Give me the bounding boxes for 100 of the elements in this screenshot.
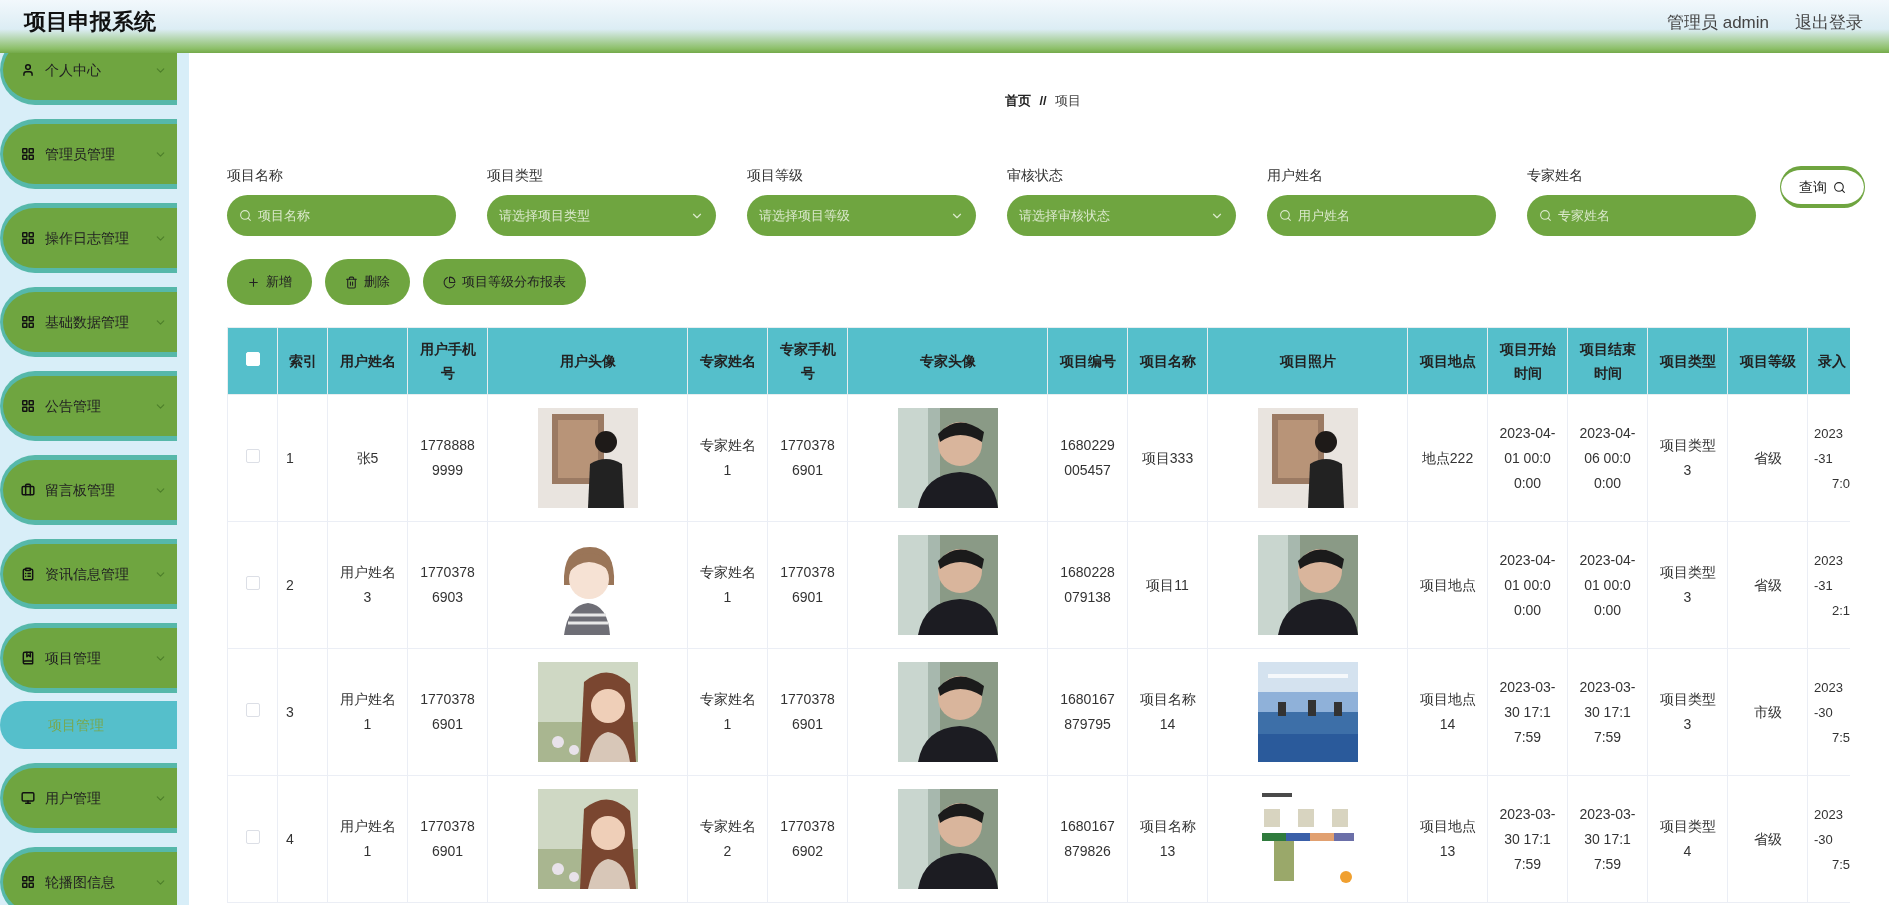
- grid-icon: [21, 231, 35, 245]
- table-cell: 项目类型3: [1659, 437, 1716, 478]
- search-icon: [1279, 209, 1292, 222]
- table-cell: 1680228079138: [1060, 564, 1115, 605]
- column-header: 项目结束时间: [1567, 327, 1648, 395]
- table-cell: 2023-04-01 00:00:00: [1499, 551, 1556, 618]
- table-cell: 2023-04-01 00:00:00: [1579, 551, 1636, 618]
- sidebar-item[interactable]: 操作日志管理: [0, 203, 177, 273]
- table-cell: 用户姓名3: [339, 564, 396, 605]
- app-title: 项目申报系统: [22, 8, 156, 36]
- column-header: 项目等级: [1727, 327, 1808, 395]
- monitor-icon: [21, 791, 35, 805]
- filter-label: 用户姓名: [1267, 166, 1324, 185]
- column-header: 专家手机号: [767, 327, 848, 395]
- checkbox[interactable]: [245, 449, 260, 463]
- table-cell: 3: [286, 703, 294, 720]
- column-header: 项目照片: [1207, 327, 1408, 395]
- table-cell: 17703786901: [780, 437, 835, 478]
- column-header: 用户手机号: [407, 327, 488, 395]
- grid-icon: [21, 147, 35, 161]
- plus-icon: [247, 275, 260, 289]
- table-cell: 1: [286, 449, 294, 466]
- sidebar-item[interactable]: 管理员管理: [0, 119, 177, 189]
- table-cell: 项目地点14: [1419, 691, 1476, 732]
- table-cell: 2023-03-30 17:17:59: [1499, 805, 1556, 872]
- checkbox[interactable]: [245, 703, 260, 717]
- table-cell: 17703786902: [780, 818, 835, 859]
- table-cell: 17703786901: [420, 818, 475, 859]
- sidebar-item[interactable]: 轮播图信息: [0, 847, 177, 905]
- table-cell-text: -30: [1814, 703, 1833, 722]
- column-header: 项目开始时间: [1487, 327, 1568, 395]
- user-icon: [21, 63, 35, 77]
- sidebar-item[interactable]: 项目管理: [0, 623, 177, 693]
- table-cell: 项目名称14: [1139, 691, 1196, 732]
- table-cell: 张5: [356, 449, 379, 466]
- breadcrumb-item: 项目: [1054, 92, 1081, 111]
- column-header: 项目编号: [1047, 327, 1128, 395]
- table-cell-text: 2:1: [1831, 601, 1850, 620]
- table-cell: 2023-03-30 17:17:59: [1579, 805, 1636, 872]
- grid-icon: [21, 399, 35, 413]
- trash-icon: [345, 275, 358, 289]
- sidebar-item[interactable]: 留言板管理: [0, 455, 177, 525]
- table-cell: 地点222: [1421, 449, 1474, 466]
- table-cell: 17703786901: [420, 691, 475, 732]
- table-cell: 用户姓名1: [339, 818, 396, 859]
- table-cell: 用户姓名1: [339, 691, 396, 732]
- table-cell: 项目333: [1141, 449, 1194, 466]
- table-cell: 省级: [1753, 576, 1782, 593]
- table-cell: 项目地点: [1419, 576, 1476, 593]
- search-icon: [239, 209, 252, 222]
- table-cell-text: -31: [1814, 449, 1833, 468]
- column-header: 专家头像: [847, 327, 1048, 395]
- table-cell: 17703786901: [780, 564, 835, 605]
- table-cell-text: 7:5: [1831, 855, 1850, 874]
- table-cell: 专家姓名2: [699, 818, 756, 859]
- column-header: 项目地点: [1407, 327, 1488, 395]
- table-cell: 4: [286, 830, 294, 847]
- pie-chart-icon: [443, 275, 456, 289]
- table-cell: 2: [286, 576, 294, 593]
- filter-label: 项目等级: [747, 166, 804, 185]
- table-cell: 2023-03-30 17:17:59: [1579, 678, 1636, 745]
- sidebar-item[interactable]: 基础数据管理: [0, 287, 177, 357]
- table-cell: 17788889999: [420, 437, 475, 478]
- table-cell: 项目类型3: [1659, 691, 1716, 732]
- table-cell-text: -31: [1814, 576, 1833, 595]
- action-button[interactable]: 删除: [325, 259, 410, 305]
- table-cell: 1680229005457: [1060, 437, 1115, 478]
- table-cell-text: 7:0: [1831, 474, 1850, 493]
- table-cell-text: -30: [1814, 830, 1833, 849]
- table-cell-text: 2023: [1814, 424, 1843, 443]
- table-cell-text: 2023: [1814, 805, 1843, 824]
- breadcrumb-separator: //: [1039, 92, 1047, 111]
- logout-link[interactable]: 退出登录: [1795, 9, 1863, 36]
- table-cell: 项目11: [1146, 576, 1189, 593]
- search-icon: [1539, 209, 1552, 222]
- search-button[interactable]: 查询: [1781, 167, 1864, 207]
- column-header: 专家姓名: [687, 327, 768, 395]
- checkbox[interactable]: [245, 830, 260, 844]
- table-cell: 专家姓名1: [699, 437, 756, 478]
- table-cell: 17703786903: [420, 564, 475, 605]
- clipboard-icon: [21, 567, 35, 581]
- table-cell: 17703786901: [780, 691, 835, 732]
- table-cell: 省级: [1753, 449, 1782, 466]
- sidebar-item[interactable]: 个人中心: [0, 53, 177, 105]
- filter-label: 专家姓名: [1527, 166, 1584, 185]
- action-button[interactable]: 新增: [227, 259, 312, 305]
- column-header: 用户头像: [487, 327, 688, 395]
- table-cell: 2023-04-06 00:00:00: [1579, 424, 1636, 491]
- sidebar-item[interactable]: 用户管理: [0, 763, 177, 833]
- filter-label: 项目名称: [227, 166, 284, 185]
- column-header: 用户姓名: [327, 327, 408, 395]
- action-button[interactable]: 项目等级分布报表: [423, 259, 586, 305]
- checkbox[interactable]: [245, 576, 260, 590]
- sidebar-item[interactable]: 资讯信息管理: [0, 539, 177, 609]
- table-cell: 2023-03-30 17:17:59: [1499, 678, 1556, 745]
- breadcrumb-item[interactable]: 首页: [1005, 91, 1032, 111]
- table-cell-text: 2023: [1814, 551, 1843, 570]
- column-header: 项目类型: [1647, 327, 1728, 395]
- table-cell: 2023-04-01 00:00:00: [1499, 424, 1556, 491]
- sidebar-item[interactable]: 公告管理: [0, 371, 177, 441]
